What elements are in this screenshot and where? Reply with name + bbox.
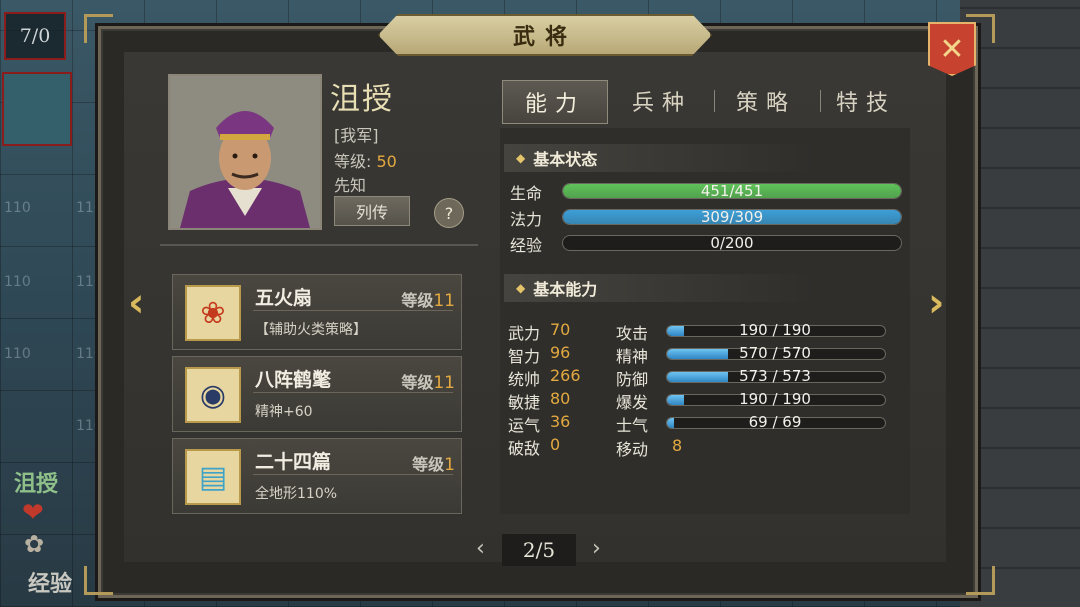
status-bar-value: 309/309 — [700, 209, 764, 225]
tab-strategy[interactable]: 策略 — [716, 80, 816, 122]
tab-bar: 能力 兵种 策略 特技 — [500, 80, 910, 124]
ability-value: 8 — [672, 436, 683, 455]
equipment-divider — [253, 392, 453, 393]
section-title: 基本能力 — [533, 280, 598, 299]
ability-name: 智力 — [508, 347, 541, 366]
section-divider — [160, 244, 478, 246]
next-page-icon[interactable]: › — [592, 536, 601, 561]
tab-separator — [820, 90, 821, 112]
status-bar-label: 生命 — [510, 184, 543, 203]
page-indicator: 2/5 — [502, 534, 576, 566]
equipment-level: 等级11 — [401, 373, 455, 393]
status-bar: 0/200 — [562, 235, 902, 251]
hero-pager: ‹ 2/5 › — [470, 534, 610, 566]
equipment-level-value: 11 — [433, 291, 455, 311]
equipment-desc: 【辅助火类策略】 — [255, 322, 367, 338]
map-exp-label: 经验 — [28, 572, 73, 597]
tile-value: 110 — [4, 274, 31, 290]
ability-name: 攻击 — [616, 324, 649, 343]
panel-corner-ornament — [84, 14, 113, 43]
hero-level-label: 等级: — [334, 152, 372, 171]
close-button[interactable]: ✕ — [928, 22, 976, 76]
hero-level-value: 50 — [376, 152, 397, 171]
cloak-icon: ◉ — [185, 367, 241, 423]
ability-bar-value: 570 / 570 — [739, 344, 811, 362]
ability-name: 精神 — [616, 347, 649, 366]
close-x-icon: ✕ — [939, 31, 965, 67]
ability-name: 防御 — [616, 370, 649, 389]
tab-special-skill[interactable]: 特技 — [822, 80, 910, 122]
ability-name: 爆发 — [616, 393, 649, 412]
ability-name: 武力 — [508, 324, 541, 343]
hero-portrait — [168, 74, 322, 230]
equipment-divider — [253, 474, 453, 475]
ability-name: 士气 — [616, 416, 649, 435]
turn-counter: 7/0 — [4, 12, 66, 60]
equipment-level-value: 11 — [433, 373, 455, 393]
equipment-slot[interactable]: ▤ 二十四篇 等级1 全地形110% — [172, 438, 462, 514]
tab-ability[interactable]: 能力 — [502, 80, 608, 124]
help-button[interactable]: ? — [434, 198, 464, 228]
equipment-level-value: 1 — [444, 455, 455, 475]
panel-corner-ornament — [966, 566, 995, 595]
basic-status-header: ◆ 基本状态 — [504, 144, 816, 172]
feather-icon: ✿ — [24, 530, 45, 558]
ability-value: 0 — [550, 435, 561, 454]
ability-value: 266 — [550, 366, 581, 385]
ability-value: 70 — [550, 320, 571, 339]
ability-name: 统帅 — [508, 370, 541, 389]
map-wall-right — [960, 0, 1080, 607]
status-bar: 451/451 — [562, 183, 902, 199]
tile-value: 110 — [4, 200, 31, 216]
diamond-icon: ◆ — [516, 151, 526, 165]
equipment-name: 八阵鹤氅 — [255, 369, 332, 391]
panel-title: 武将 — [378, 14, 712, 56]
fire-fan-icon: ❀ — [185, 285, 241, 341]
ability-value: 36 — [550, 412, 571, 431]
equipment-level: 等级11 — [401, 291, 455, 311]
ability-name: 移动 — [616, 440, 649, 459]
equipment-desc: 全地形110% — [255, 486, 338, 502]
ability-bar-value: 69 / 69 — [748, 413, 802, 431]
equipment-name: 五火扇 — [255, 287, 313, 309]
ability-bar-value: 573 / 573 — [739, 367, 811, 385]
ability-name: 破敌 — [508, 439, 541, 458]
equipment-desc: 精神+60 — [255, 404, 313, 420]
ability-value: 80 — [550, 389, 571, 408]
hero-skill: 先知 — [334, 176, 367, 195]
tab-separator — [714, 90, 715, 112]
hero-faction: [我军] — [334, 126, 379, 145]
equipment-slot[interactable]: ❀ 五火扇 等级11 【辅助火类策略】 — [172, 274, 462, 350]
status-bar-label: 经验 — [510, 236, 543, 255]
status-bar-label: 法力 — [510, 210, 543, 229]
equipment-level: 等级1 — [412, 455, 455, 475]
hero-name: 沮授 — [330, 82, 394, 117]
ability-bar-value: 190 / 190 — [739, 321, 811, 339]
status-bar-value: 0/200 — [710, 235, 754, 251]
prev-page-icon[interactable]: ‹ — [476, 536, 485, 561]
biography-button[interactable]: 列传 — [334, 196, 410, 226]
equipment-name: 二十四篇 — [255, 451, 332, 473]
next-hero-arrow-icon[interactable]: › — [928, 280, 944, 326]
tab-troops[interactable]: 兵种 — [612, 80, 712, 122]
diamond-icon: ◆ — [516, 281, 526, 295]
panel-corner-ornament — [84, 566, 113, 595]
hero-level-row: 等级: 50 — [334, 148, 397, 172]
ability-name: 敏捷 — [508, 393, 541, 412]
prev-hero-arrow-icon[interactable]: ‹ — [128, 280, 144, 326]
ability-value: 96 — [550, 343, 571, 362]
status-bar: 309/309 — [562, 209, 902, 225]
status-bar-value: 451/451 — [700, 183, 764, 199]
map-unit-tile[interactable] — [2, 72, 72, 146]
book-icon: ▤ — [185, 449, 241, 505]
heart-icon: ❤ — [22, 498, 44, 528]
tile-value: 110 — [4, 346, 31, 362]
map-unit-name: 沮授 — [14, 472, 59, 497]
ability-name: 运气 — [508, 416, 541, 435]
equipment-divider — [253, 310, 453, 311]
basic-ability-header: ◆ 基本能力 — [504, 274, 816, 302]
equipment-slot[interactable]: ◉ 八阵鹤氅 等级11 精神+60 — [172, 356, 462, 432]
ability-bar-value: 190 / 190 — [739, 390, 811, 408]
section-title: 基本状态 — [533, 150, 598, 169]
